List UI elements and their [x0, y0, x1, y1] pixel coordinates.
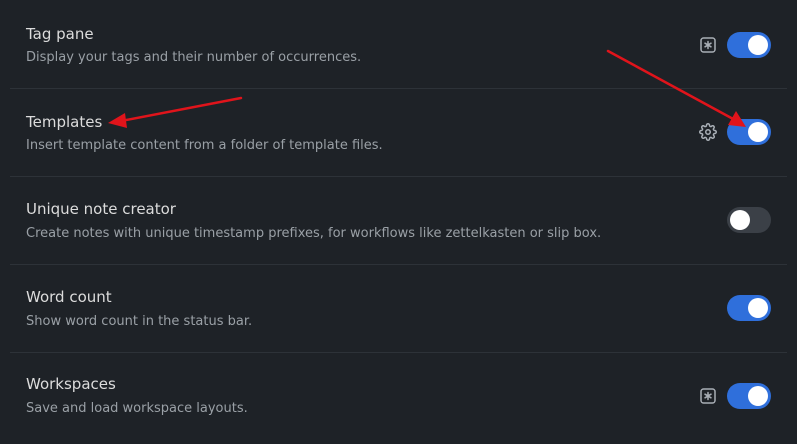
setting-item-unique-note-creator: Unique note creator Create notes with un… [0, 176, 797, 264]
setting-item-templates: Templates Insert template content from a… [0, 88, 797, 176]
word-count-toggle[interactable] [727, 295, 771, 321]
setting-item-workspaces: Workspaces Save and load workspace layou… [0, 352, 797, 444]
core-plugins-settings-list: Tag pane Display your tags and their num… [0, 0, 797, 444]
setting-item-word-count: Word count Show word count in the status… [0, 264, 797, 352]
templates-toggle[interactable] [727, 119, 771, 145]
workspaces-toggle[interactable] [727, 383, 771, 409]
unique-note-creator-toggle[interactable] [727, 207, 771, 233]
hotkey-icon[interactable] [698, 35, 718, 55]
setting-description: Insert template content from a folder of… [26, 138, 383, 153]
hotkey-icon[interactable] [698, 386, 718, 406]
toggle-knob [748, 122, 768, 142]
setting-item-tag-pane: Tag pane Display your tags and their num… [0, 0, 797, 88]
tag-pane-toggle[interactable] [727, 32, 771, 58]
setting-name: Tag pane [26, 25, 94, 43]
setting-name: Word count [26, 288, 112, 306]
setting-name: Workspaces [26, 375, 116, 393]
setting-description: Save and load workspace layouts. [26, 401, 248, 416]
toggle-knob [748, 386, 768, 406]
toggle-knob [748, 35, 768, 55]
gear-icon[interactable] [698, 122, 718, 142]
toggle-knob [748, 298, 768, 318]
setting-name: Unique note creator [26, 200, 176, 218]
setting-description: Create notes with unique timestamp prefi… [26, 226, 602, 241]
setting-description: Show word count in the status bar. [26, 314, 253, 329]
setting-name: Templates [26, 113, 103, 131]
setting-description: Display your tags and their number of oc… [26, 50, 362, 65]
toggle-knob [730, 210, 750, 230]
